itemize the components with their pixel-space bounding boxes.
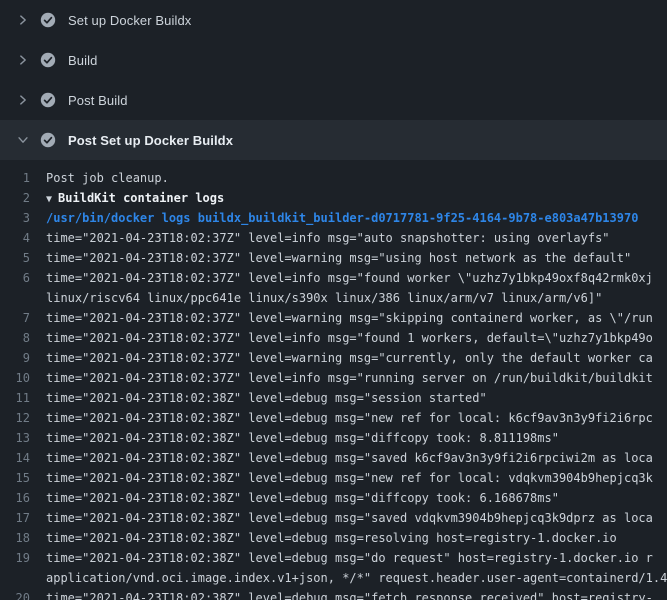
line-number[interactable]: 1 [0, 171, 46, 185]
line-number[interactable]: 13 [0, 431, 46, 445]
log-text: time="2021-04-23T18:02:38Z" level=debug … [46, 531, 667, 545]
log-line: 7 time="2021-04-23T18:02:37Z" level=warn… [0, 308, 667, 328]
log-text: application/vnd.oci.image.index.v1+json,… [46, 571, 667, 585]
log-line: 1 Post job cleanup. [0, 168, 667, 188]
line-number[interactable]: 2 [0, 191, 46, 205]
log-text: time="2021-04-23T18:02:37Z" level=warnin… [46, 311, 667, 325]
check-circle-icon [40, 52, 56, 68]
line-number[interactable]: 5 [0, 251, 46, 265]
step-header[interactable]: Post Build [0, 80, 667, 120]
log-text: time="2021-04-23T18:02:38Z" level=debug … [46, 491, 667, 505]
steps-list: Set up Docker Buildx Build Post Build Po… [0, 0, 667, 600]
log-text: time="2021-04-23T18:02:37Z" level=info m… [46, 271, 667, 285]
step-header[interactable]: Build [0, 40, 667, 80]
chevron-right-icon[interactable] [14, 93, 32, 107]
line-number[interactable]: 12 [0, 411, 46, 425]
log-line: application/vnd.oci.image.index.v1+json,… [0, 568, 667, 588]
line-number[interactable]: 16 [0, 491, 46, 505]
chevron-down-icon[interactable] [14, 133, 32, 147]
workflow-log-viewer: Set up Docker Buildx Build Post Build Po… [0, 0, 667, 600]
log-text: ▼ BuildKit container logs [46, 191, 667, 205]
line-number[interactable]: 6 [0, 271, 46, 285]
log-line: 8 time="2021-04-23T18:02:37Z" level=info… [0, 328, 667, 348]
log-text: time="2021-04-23T18:02:38Z" level=debug … [46, 471, 667, 485]
log-line: 15 time="2021-04-23T18:02:38Z" level=deb… [0, 468, 667, 488]
step-title: Build [68, 53, 97, 68]
line-number[interactable]: 7 [0, 311, 46, 325]
line-number[interactable]: 15 [0, 471, 46, 485]
check-circle-icon [40, 92, 56, 108]
log-line: 5 time="2021-04-23T18:02:37Z" level=warn… [0, 248, 667, 268]
log-line: 12 time="2021-04-23T18:02:38Z" level=deb… [0, 408, 667, 428]
log-text: time="2021-04-23T18:02:38Z" level=debug … [46, 551, 667, 565]
chevron-right-icon[interactable] [14, 13, 32, 27]
log-line: linux/riscv64 linux/ppc641e linux/s390x … [0, 288, 667, 308]
log-line: 3 /usr/bin/docker logs buildx_buildkit_b… [0, 208, 667, 228]
log-line: 14 time="2021-04-23T18:02:38Z" level=deb… [0, 448, 667, 468]
step-header[interactable]: Set up Docker Buildx [0, 0, 667, 40]
log-text: time="2021-04-23T18:02:37Z" level=warnin… [46, 351, 667, 365]
log-line: 9 time="2021-04-23T18:02:37Z" level=warn… [0, 348, 667, 368]
log-text: Post job cleanup. [46, 171, 667, 185]
log-line: 20 time="2021-04-23T18:02:38Z" level=deb… [0, 588, 667, 600]
log-line: 19 time="2021-04-23T18:02:38Z" level=deb… [0, 548, 667, 568]
line-number[interactable]: 19 [0, 551, 46, 565]
log-text: time="2021-04-23T18:02:38Z" level=debug … [46, 511, 667, 525]
log-line: 13 time="2021-04-23T18:02:38Z" level=deb… [0, 428, 667, 448]
line-number[interactable]: 10 [0, 371, 46, 385]
log-text: time="2021-04-23T18:02:37Z" level=warnin… [46, 251, 667, 265]
group-title[interactable]: BuildKit container logs [58, 191, 224, 205]
line-number[interactable]: 3 [0, 211, 46, 225]
triangle-down-icon[interactable]: ▼ [46, 194, 58, 205]
step-title: Post Build [68, 93, 128, 108]
check-circle-icon [40, 132, 56, 148]
line-number[interactable]: 8 [0, 331, 46, 345]
log-lines: 1 Post job cleanup. 2 ▼ BuildKit contain… [0, 160, 667, 600]
log-line: 4 time="2021-04-23T18:02:37Z" level=info… [0, 228, 667, 248]
line-number[interactable]: 20 [0, 591, 46, 600]
log-text: linux/riscv64 linux/ppc641e linux/s390x … [46, 291, 667, 305]
log-line: 18 time="2021-04-23T18:02:38Z" level=deb… [0, 528, 667, 548]
line-number[interactable]: 14 [0, 451, 46, 465]
log-text: time="2021-04-23T18:02:38Z" level=debug … [46, 591, 667, 600]
log-text: /usr/bin/docker logs buildx_buildkit_bui… [46, 211, 667, 225]
line-number[interactable]: 11 [0, 391, 46, 405]
log-line: 6 time="2021-04-23T18:02:37Z" level=info… [0, 268, 667, 288]
log-text: time="2021-04-23T18:02:38Z" level=debug … [46, 451, 667, 465]
log-line: 2 ▼ BuildKit container logs [0, 188, 667, 208]
log-text: time="2021-04-23T18:02:37Z" level=info m… [46, 331, 667, 345]
line-number[interactable]: 17 [0, 511, 46, 525]
log-text: time="2021-04-23T18:02:38Z" level=debug … [46, 431, 667, 445]
step-title: Post Set up Docker Buildx [68, 133, 233, 148]
log-text: time="2021-04-23T18:02:38Z" level=debug … [46, 411, 667, 425]
chevron-right-icon[interactable] [14, 53, 32, 67]
log-text: time="2021-04-23T18:02:37Z" level=info m… [46, 231, 667, 245]
log-line: 10 time="2021-04-23T18:02:37Z" level=inf… [0, 368, 667, 388]
log-line: 17 time="2021-04-23T18:02:38Z" level=deb… [0, 508, 667, 528]
step-header[interactable]: Post Set up Docker Buildx [0, 120, 667, 160]
line-number[interactable]: 9 [0, 351, 46, 365]
line-number[interactable]: 18 [0, 531, 46, 545]
log-line: 11 time="2021-04-23T18:02:38Z" level=deb… [0, 388, 667, 408]
log-line: 16 time="2021-04-23T18:02:38Z" level=deb… [0, 488, 667, 508]
log-text: time="2021-04-23T18:02:38Z" level=debug … [46, 391, 667, 405]
check-circle-icon [40, 12, 56, 28]
step-title: Set up Docker Buildx [68, 13, 191, 28]
line-number[interactable]: 4 [0, 231, 46, 245]
log-text: time="2021-04-23T18:02:37Z" level=info m… [46, 371, 667, 385]
